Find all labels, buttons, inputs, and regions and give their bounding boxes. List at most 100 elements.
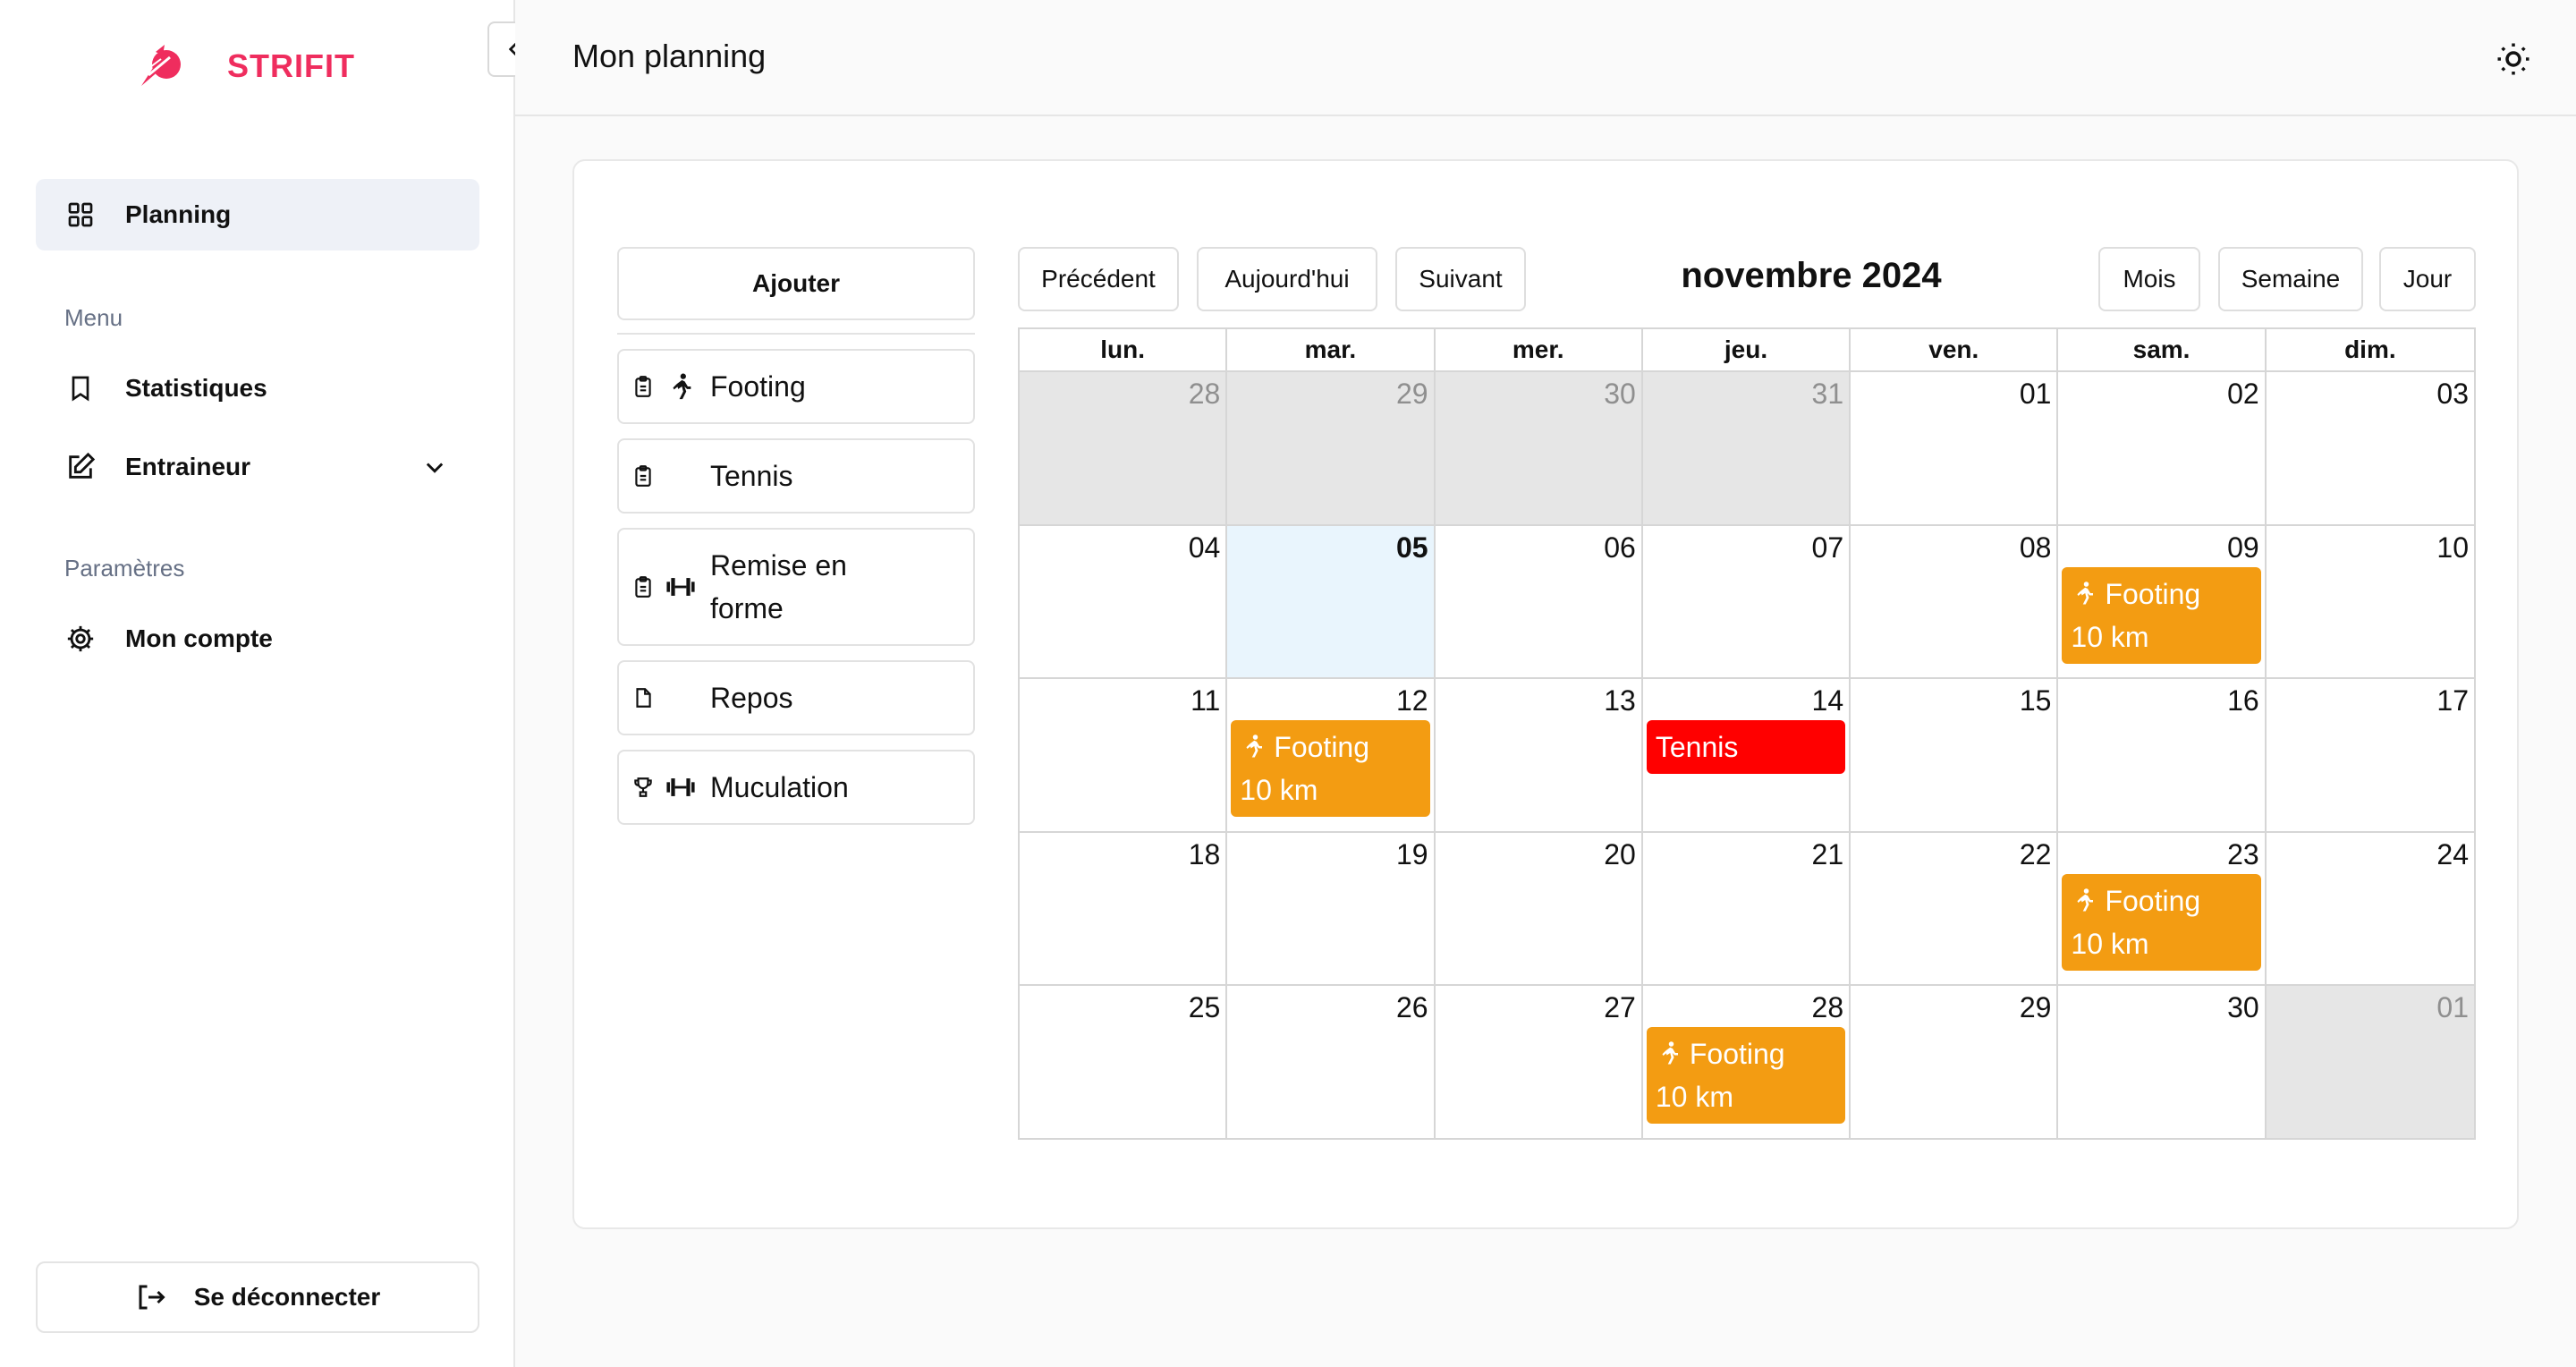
day-cell[interactable]: 01 [1851, 370, 2059, 524]
day-cell[interactable]: 13 [1435, 677, 1643, 831]
day-cell[interactable]: 29 [1227, 370, 1436, 524]
day-number[interactable]: 16 [2227, 684, 2259, 717]
strifit-logo-icon [141, 45, 181, 86]
day-number[interactable]: 19 [1396, 838, 1428, 871]
add-event-button[interactable]: Ajouter [617, 247, 975, 320]
sidebar-item-entraineur[interactable]: Entraineur [36, 431, 479, 503]
day-cell[interactable]: 19 [1227, 830, 1436, 985]
draggable-event-repos[interactable]: Repos [617, 660, 975, 735]
day-cell[interactable]: 27 [1435, 984, 1643, 1138]
day-number[interactable]: 28 [1812, 991, 1844, 1024]
day-number[interactable]: 29 [1396, 378, 1428, 411]
theme-toggle-button[interactable] [2490, 36, 2537, 82]
day-cell[interactable]: 12 Footing 10 km [1227, 677, 1436, 831]
day-cell[interactable]: 24 [2266, 830, 2474, 985]
day-number[interactable]: 25 [1189, 991, 1221, 1024]
day-number[interactable]: 18 [1189, 838, 1221, 871]
day-cell[interactable]: 05 [1227, 523, 1436, 678]
day-number[interactable]: 27 [1604, 991, 1636, 1024]
day-number[interactable]: 24 [2436, 838, 2469, 871]
day-number[interactable]: 21 [1812, 838, 1844, 871]
day-cell[interactable]: 04 [1020, 523, 1228, 678]
day-number[interactable]: 08 [2020, 531, 2052, 565]
day-number[interactable]: 23 [2227, 838, 2259, 871]
draggable-event-remise-en-forme[interactable]: Remise en forme [617, 528, 975, 646]
day-cell[interactable]: 22 [1851, 830, 2059, 985]
day-number[interactable]: 14 [1812, 684, 1844, 717]
view-day-button[interactable]: Jour [2379, 247, 2476, 311]
logout-button[interactable]: Se déconnecter [36, 1261, 479, 1333]
day-cell[interactable]: 07 [1642, 523, 1852, 678]
day-number[interactable]: 15 [2020, 684, 2052, 717]
day-cell[interactable]: 30 [2058, 984, 2267, 1138]
brand-logo[interactable]: STRIFIT [134, 39, 355, 93]
day-number[interactable]: 01 [2436, 991, 2469, 1024]
day-cell[interactable]: 30 [1435, 370, 1643, 524]
day-number[interactable]: 22 [2020, 838, 2052, 871]
event-title: Footing [1689, 1038, 1785, 1071]
day-number[interactable]: 13 [1604, 684, 1636, 717]
day-number[interactable]: 31 [1812, 378, 1844, 411]
chevron-down-icon[interactable] [422, 454, 447, 480]
sidebar-item-statistiques[interactable]: Statistiques [36, 352, 479, 424]
day-cell[interactable]: 28 Footing 10 km [1642, 984, 1852, 1138]
day-cell[interactable]: 16 [2058, 677, 2267, 831]
day-number[interactable]: 02 [2227, 378, 2259, 411]
day-number[interactable]: 10 [2436, 531, 2469, 565]
day-cell[interactable]: 29 [1851, 984, 2059, 1138]
calendar-event-tennis[interactable]: Tennis [1646, 720, 1846, 775]
day-number[interactable]: 20 [1604, 838, 1636, 871]
day-cell[interactable]: 10 [2266, 523, 2474, 678]
calendar-event-footing[interactable]: Footing 10 km [1646, 1027, 1846, 1125]
weekday-header: dim. [2344, 335, 2396, 363]
day-cell[interactable]: 21 [1642, 830, 1852, 985]
view-month-button[interactable]: Mois [2098, 247, 2200, 311]
day-number[interactable]: 04 [1189, 531, 1221, 565]
draggable-event-muculation[interactable]: Muculation [617, 750, 975, 825]
day-number[interactable]: 05 [1396, 531, 1428, 565]
day-cell[interactable]: 17 [2266, 677, 2474, 831]
day-cell[interactable]: 23 Footing 10 km [2058, 830, 2267, 985]
event-label: Remise en forme [710, 549, 847, 624]
day-cell[interactable]: 15 [1851, 677, 2059, 831]
prev-button[interactable]: Précédent [1018, 247, 1179, 311]
day-cell[interactable]: 14 Tennis [1642, 677, 1852, 831]
calendar-event-footing[interactable]: Footing 10 km [1231, 720, 1430, 818]
day-number[interactable]: 26 [1396, 991, 1428, 1024]
day-number[interactable]: 29 [2020, 991, 2052, 1024]
day-cell[interactable]: 03 [2266, 370, 2474, 524]
day-number[interactable]: 06 [1604, 531, 1636, 565]
day-number[interactable]: 17 [2436, 684, 2469, 717]
day-number[interactable]: 03 [2436, 378, 2469, 411]
day-number[interactable]: 30 [1604, 378, 1636, 411]
day-cell[interactable]: 02 [2058, 370, 2267, 524]
day-cell[interactable]: 20 [1435, 830, 1643, 985]
day-cell[interactable]: 11 [1020, 677, 1228, 831]
day-number[interactable]: 07 [1812, 531, 1844, 565]
day-cell[interactable]: 09 Footing 10 km [2058, 523, 2267, 678]
sidebar-item-mon-compte[interactable]: Mon compte [36, 603, 479, 675]
day-number[interactable]: 12 [1396, 684, 1428, 717]
day-number[interactable]: 01 [2020, 378, 2052, 411]
day-cell[interactable]: 18 [1020, 830, 1228, 985]
day-cell[interactable]: 06 [1435, 523, 1643, 678]
day-cell[interactable]: 08 [1851, 523, 2059, 678]
day-cell[interactable]: 01 [2266, 984, 2474, 1138]
day-cell[interactable]: 26 [1227, 984, 1436, 1138]
view-week-button[interactable]: Semaine [2218, 247, 2363, 311]
today-button[interactable]: Aujourd'hui [1197, 247, 1377, 311]
day-number[interactable]: 11 [1191, 684, 1220, 717]
day-number[interactable]: 28 [1189, 378, 1221, 411]
day-number[interactable]: 09 [2227, 531, 2259, 565]
sidebar-item-planning[interactable]: Planning [36, 179, 479, 250]
event-detail: 10 km [1655, 1081, 1733, 1114]
day-number[interactable]: 30 [2227, 991, 2259, 1024]
day-cell[interactable]: 31 [1642, 370, 1852, 524]
draggable-event-tennis[interactable]: Tennis [617, 438, 975, 514]
day-cell[interactable]: 28 [1020, 370, 1228, 524]
day-cell[interactable]: 25 [1020, 984, 1228, 1138]
divider [617, 333, 975, 335]
calendar-event-footing[interactable]: Footing 10 km [2062, 873, 2261, 971]
draggable-event-footing[interactable]: Footing [617, 349, 975, 424]
calendar-event-footing[interactable]: Footing 10 km [2062, 566, 2261, 664]
